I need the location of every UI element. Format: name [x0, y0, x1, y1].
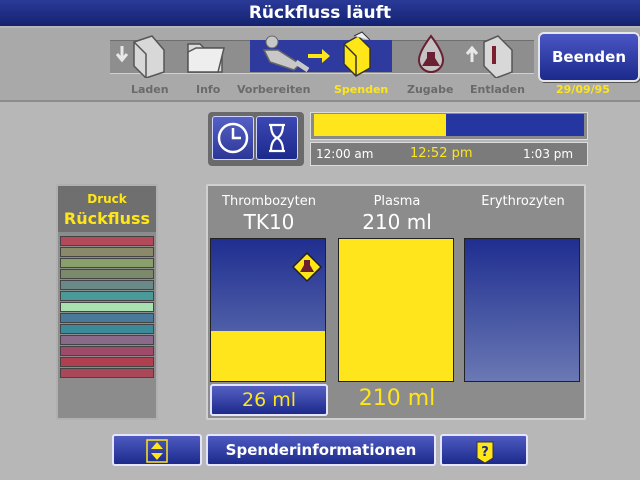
pressure-stripe	[60, 291, 154, 301]
pressure-indicator	[60, 236, 154, 380]
step-label-laden: Laden	[131, 83, 169, 96]
plasma-volume-top: 210 ml	[362, 210, 432, 234]
flask-alert-icon[interactable]	[291, 251, 323, 285]
pressure-state: Rückfluss	[63, 209, 151, 228]
svg-text:?: ?	[481, 445, 489, 460]
donate-cartridge-icon[interactable]	[334, 30, 374, 78]
window-title: Rückfluss läuft	[248, 3, 392, 23]
hourglass-icon	[269, 123, 285, 153]
pressure-stripe	[60, 346, 154, 356]
step-label-spenden: Spenden	[334, 83, 389, 96]
clock-icon	[217, 122, 249, 154]
thrombozyten-bag[interactable]	[210, 238, 326, 382]
erythrozyten-title: Erythrozyten	[481, 194, 565, 209]
thrombozyten-title: Thrombozyten	[222, 194, 316, 209]
thrombozyten-fill	[211, 331, 325, 381]
pressure-stripe	[60, 324, 154, 334]
plasma-volume: 210 ml	[358, 386, 436, 411]
date-display: 29/09/95	[556, 83, 610, 96]
step-label-zugabe: Zugabe	[407, 83, 454, 96]
pressure-stripe	[60, 313, 154, 323]
pressure-stripe	[60, 247, 154, 257]
plasma-fill	[339, 239, 453, 381]
help-bag-icon: ?	[476, 441, 494, 464]
pressure-label: Druck	[87, 192, 127, 206]
thrombozyten-volume-button[interactable]: 26 ml	[210, 384, 328, 416]
flask-drop-icon[interactable]	[412, 32, 450, 76]
pressure-stripe	[60, 269, 154, 279]
progress-fill	[314, 114, 446, 136]
help-button[interactable]: ?	[440, 434, 528, 466]
thrombozyten-product: TK10	[243, 210, 295, 234]
clock-button[interactable]	[212, 116, 254, 160]
donor-info-button[interactable]: Spenderinformationen	[206, 434, 436, 466]
step-label-entladen: Entladen	[470, 83, 525, 96]
pressure-stripe	[60, 280, 154, 290]
arrow-right-icon	[308, 49, 330, 63]
pressure-stripe	[60, 335, 154, 345]
folder-icon[interactable]	[184, 34, 228, 76]
step-label-vorbereiten: Vorbereiten	[237, 83, 311, 96]
unload-cartridge-icon[interactable]	[464, 32, 518, 78]
step-label-info: Info	[196, 83, 221, 96]
scroll-button[interactable]	[112, 434, 202, 466]
plasma-bag[interactable]	[338, 238, 454, 382]
title-bar: Rückfluss läuft	[0, 0, 640, 26]
time-current: 12:52 pm	[410, 146, 473, 161]
hourglass-button[interactable]	[256, 116, 298, 160]
pressure-stripe	[60, 357, 154, 367]
erythrozyten-bag[interactable]	[464, 238, 580, 382]
pressure-stripe	[60, 236, 154, 246]
end-button[interactable]: Beenden	[538, 32, 640, 82]
pressure-stripe	[60, 258, 154, 268]
plasma-title: Plasma	[373, 194, 421, 209]
time-end: 1:03 pm	[523, 147, 574, 161]
pressure-stripe	[60, 368, 154, 378]
time-start: 12:00 am	[316, 147, 374, 161]
pressure-stripe	[60, 302, 154, 312]
up-down-arrows-icon	[146, 439, 168, 463]
load-cartridge-icon[interactable]	[114, 32, 170, 78]
